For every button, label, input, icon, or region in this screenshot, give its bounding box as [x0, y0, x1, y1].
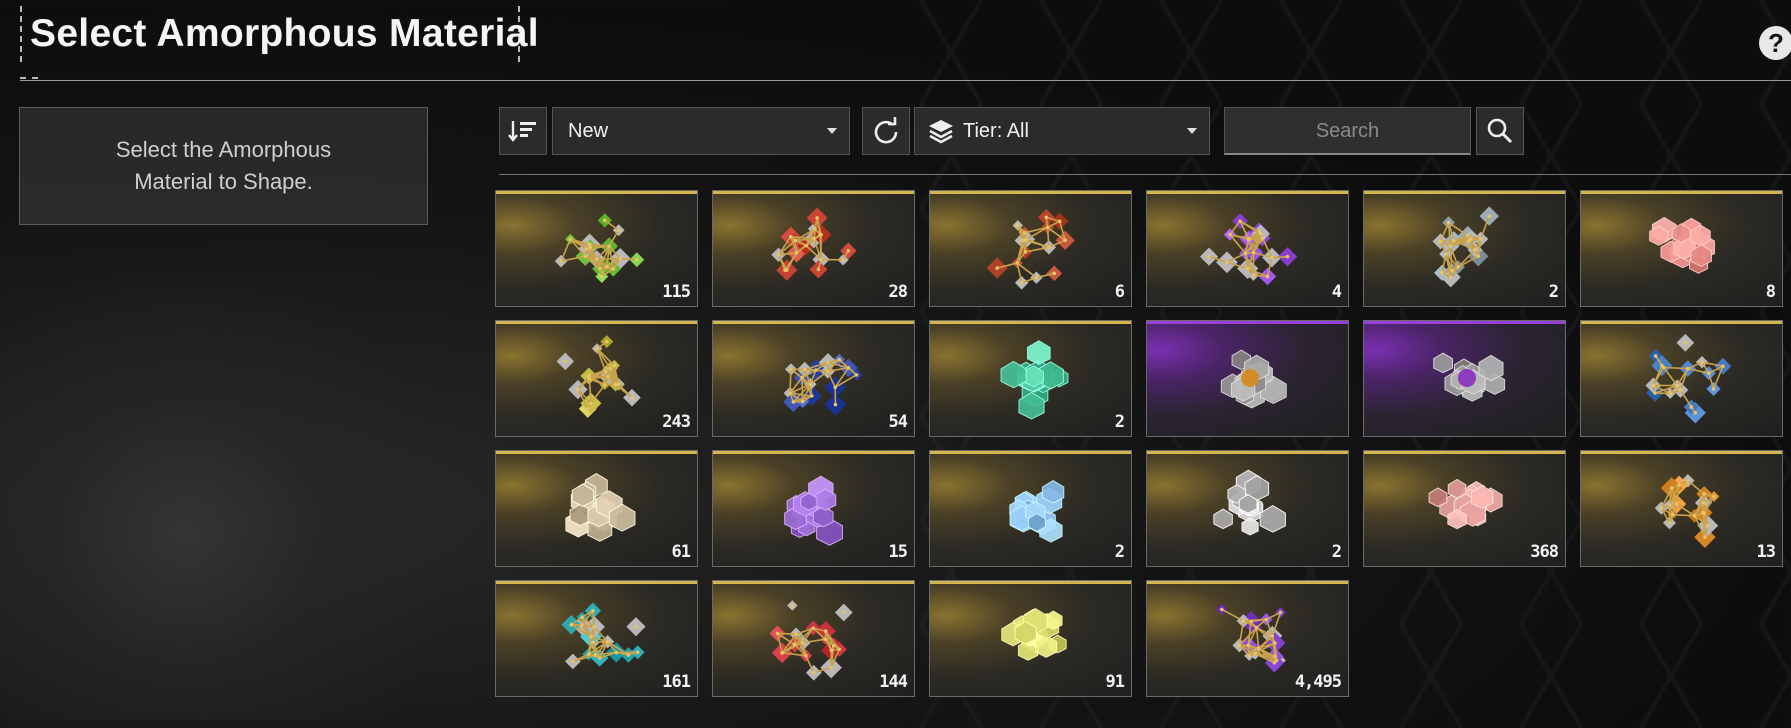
amorphous-material-icon [986, 208, 1075, 290]
material-count: 54 [888, 412, 909, 432]
amorphous-material-icon [561, 602, 646, 670]
background-scene [0, 260, 460, 720]
material-count: 144 [879, 672, 908, 692]
material-card[interactable] [1580, 320, 1783, 437]
amorphous-material-icon [1001, 608, 1067, 661]
material-count: 2 [1548, 282, 1559, 302]
sort-descending-icon [508, 121, 536, 142]
material-card[interactable]: 115 [495, 190, 698, 307]
material-card[interactable]: 2 [1146, 450, 1349, 567]
tier-filter-dropdown[interactable]: Tier: All [914, 107, 1210, 155]
material-count: 6 [1114, 282, 1125, 302]
refresh-icon [874, 117, 898, 144]
chevron-down-icon [827, 128, 837, 134]
search-button[interactable] [1476, 107, 1524, 155]
material-card[interactable]: 368 [1363, 450, 1566, 567]
amorphous-material-icon [1220, 349, 1287, 409]
sort-order-button[interactable] [499, 107, 547, 155]
amorphous-material-icon [556, 335, 641, 418]
search-input[interactable]: Search [1224, 107, 1471, 155]
sort-dropdown-value: New [568, 119, 609, 142]
material-card[interactable]: 2 [929, 320, 1132, 437]
material-card[interactable]: 144 [712, 580, 915, 697]
amorphous-material-icon [1645, 333, 1732, 424]
instruction-line-2: Material to Shape. [134, 169, 313, 194]
material-card[interactable] [1146, 320, 1349, 437]
material-count: 91 [1105, 672, 1126, 692]
amorphous-material-icon [1428, 478, 1503, 530]
amorphous-material-icon [783, 353, 863, 416]
amorphous-material-icon [554, 213, 645, 283]
material-count: 4,495 [1294, 672, 1342, 692]
material-count: 2 [1114, 412, 1125, 432]
material-card[interactable]: 4 [1146, 190, 1349, 307]
material-count: 13 [1756, 542, 1777, 562]
material-count: 2 [1331, 542, 1342, 562]
layers-icon [929, 120, 953, 144]
material-count: 8 [1765, 282, 1776, 302]
material-count: 2 [1114, 542, 1125, 562]
header-divider [20, 80, 1791, 81]
amorphous-material-icon [1432, 206, 1499, 288]
material-card[interactable]: 161 [495, 580, 698, 697]
material-card[interactable]: 6 [929, 190, 1132, 307]
material-count: 368 [1530, 542, 1559, 562]
amorphous-material-icon [769, 600, 853, 681]
chevron-down-icon [1187, 128, 1197, 134]
material-card[interactable]: 13 [1580, 450, 1783, 567]
material-card[interactable]: 28 [712, 190, 915, 307]
material-count: 61 [671, 542, 692, 562]
material-count: 161 [662, 672, 691, 692]
amorphous-material-icon [1649, 216, 1715, 274]
search-icon [1487, 118, 1513, 144]
material-card[interactable]: 15 [712, 450, 915, 567]
amorphous-material-icon [1433, 352, 1506, 402]
amorphous-material-icon [565, 472, 636, 542]
material-card[interactable]: 91 [929, 580, 1132, 697]
reset-button[interactable] [862, 107, 910, 155]
amorphous-material-icon [784, 475, 843, 546]
amorphous-material-icon [771, 207, 857, 281]
instruction-panel: Select the Amorphous Material to Shape. [19, 107, 428, 225]
material-card[interactable]: 2 [1363, 190, 1566, 307]
material-card[interactable]: 2 [929, 450, 1132, 567]
material-card[interactable]: 243 [495, 320, 698, 437]
amorphous-material-icon [1216, 603, 1286, 673]
tier-filter-value: Tier: All [963, 119, 1029, 142]
amorphous-material-icon [1213, 469, 1286, 536]
material-count: 243 [662, 412, 691, 432]
material-card[interactable]: 8 [1580, 190, 1783, 307]
material-count: 115 [662, 282, 691, 302]
material-card[interactable] [1363, 320, 1566, 437]
material-count: 28 [888, 282, 909, 302]
sort-dropdown[interactable]: New [552, 107, 850, 155]
page-title: Select Amorphous Material [30, 12, 539, 55]
amorphous-material-icon [1654, 474, 1720, 548]
material-count: 15 [888, 542, 909, 562]
amorphous-material-icon [1000, 340, 1069, 420]
instruction-line-1: Select the Amorphous [115, 137, 332, 162]
toolbar-divider [499, 174, 1791, 175]
material-count: 4 [1331, 282, 1342, 302]
material-card[interactable]: 4,495 [1146, 580, 1349, 697]
material-card[interactable]: 54 [712, 320, 915, 437]
amorphous-material-icon [1199, 213, 1298, 286]
amorphous-material-icon [1009, 480, 1065, 543]
help-button[interactable]: ? [1759, 26, 1791, 60]
material-card[interactable]: 61 [495, 450, 698, 567]
